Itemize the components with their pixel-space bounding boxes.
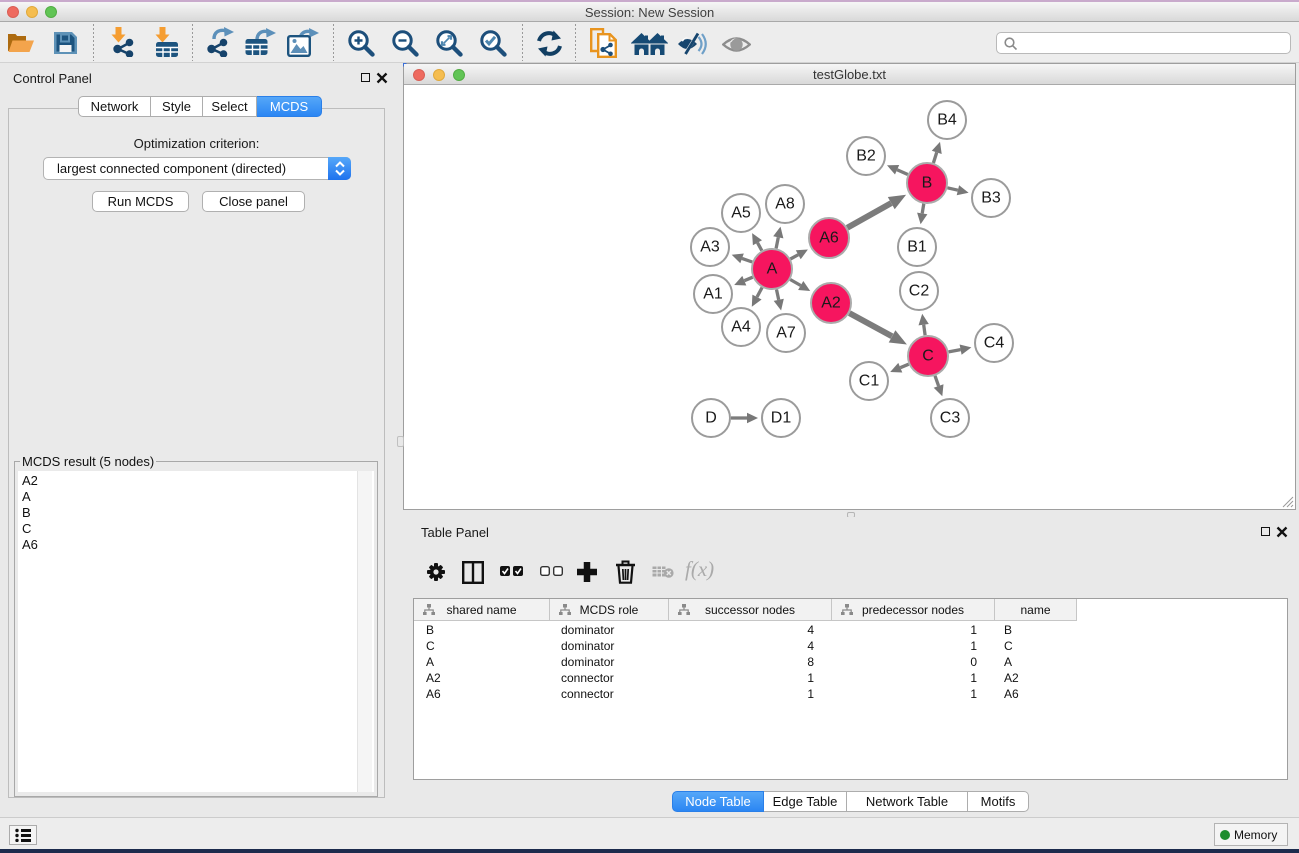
svg-text:A4: A4 — [731, 319, 751, 336]
svg-text:D1: D1 — [771, 410, 792, 427]
svg-text:A5: A5 — [731, 205, 751, 222]
svg-text:B: B — [922, 175, 933, 192]
svg-text:A1: A1 — [703, 286, 723, 303]
svg-text:A: A — [767, 261, 778, 278]
svg-text:A8: A8 — [775, 196, 795, 213]
svg-text:A6: A6 — [819, 230, 839, 247]
svg-text:C2: C2 — [909, 283, 930, 300]
svg-text:A7: A7 — [776, 325, 796, 342]
svg-text:C3: C3 — [940, 410, 961, 427]
svg-text:C4: C4 — [984, 335, 1005, 352]
svg-text:B3: B3 — [981, 190, 1001, 207]
svg-text:A2: A2 — [821, 295, 841, 312]
svg-text:B2: B2 — [856, 148, 876, 165]
svg-text:B4: B4 — [937, 112, 957, 129]
svg-text:B1: B1 — [907, 239, 927, 256]
svg-text:C: C — [922, 348, 934, 365]
svg-text:A3: A3 — [700, 239, 720, 256]
svg-text:D: D — [705, 410, 717, 427]
svg-text:C1: C1 — [859, 373, 880, 390]
